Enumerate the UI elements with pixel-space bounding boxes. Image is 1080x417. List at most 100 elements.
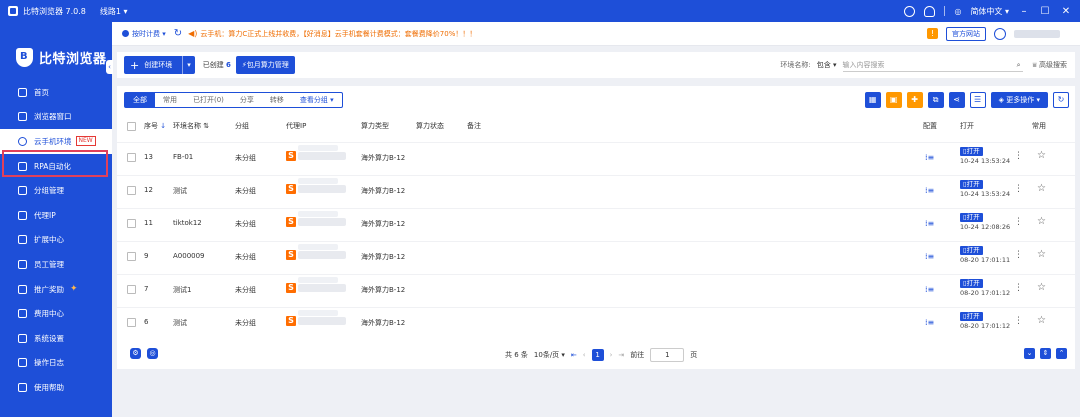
row-env-name[interactable]: A000009 <box>173 252 205 260</box>
more-options-icon[interactable]: ⋮ <box>1014 250 1023 260</box>
globe-icon[interactable]: ◎ <box>954 7 961 16</box>
minimize-button[interactable]: – <box>1018 6 1030 17</box>
monthly-compute-button[interactable]: ⚡包月算力管理 <box>235 56 295 74</box>
official-site-button[interactable]: 官方网站 <box>946 26 986 41</box>
sidebar-item-home[interactable]: 首页 <box>0 80 112 105</box>
next-page-icon[interactable]: › <box>610 351 613 359</box>
language-selector[interactable]: 简体中文 ▾ <box>970 6 1009 17</box>
favorite-star-icon[interactable]: ☆ <box>1037 183 1046 194</box>
row-checkbox[interactable] <box>127 252 136 261</box>
maximize-button[interactable]: ☐ <box>1039 6 1051 17</box>
tab-shared[interactable]: 分享 <box>232 93 262 107</box>
row-env-name[interactable]: 测试 <box>173 186 187 196</box>
config-icon[interactable]: ⁞≡ <box>925 186 934 195</box>
row-checkbox[interactable] <box>127 186 136 195</box>
more-options-icon[interactable]: ⋮ <box>1014 184 1023 194</box>
search-input[interactable]: 输入内容搜索 ⌕ <box>842 58 1023 72</box>
sidebar-item-proxy[interactable]: 代理IP <box>0 203 112 228</box>
config-icon[interactable]: ⁞≡ <box>925 219 934 228</box>
table-row[interactable]: 6 测试 未分组 S 海外算力B-12 ⁞≡ ▯打开 08-20 17:01:12 ⋮ ☆ <box>117 307 1075 336</box>
favorite-star-icon[interactable]: ☆ <box>1037 282 1046 293</box>
row-env-name[interactable]: tiktok12 <box>173 219 202 227</box>
refresh-icon[interactable]: ↻ <box>174 28 182 39</box>
tab-favorite[interactable]: 常用 <box>155 93 185 107</box>
scroll-down-icon[interactable]: ⌄ <box>1024 348 1035 359</box>
sidebar-item-billing[interactable]: 费用中心 <box>0 301 112 326</box>
prev-page-icon[interactable]: ‹ <box>583 351 586 359</box>
puzzle-icon[interactable]: ✚ <box>906 92 923 108</box>
billing-mode-selector[interactable]: 按时计费 ▾ <box>122 29 166 39</box>
row-env-name[interactable]: 测试 <box>173 318 187 328</box>
tab-view-group[interactable]: 查看分组 ▾ <box>292 93 342 107</box>
favorite-star-icon[interactable]: ☆ <box>1037 315 1046 326</box>
row-checkbox[interactable] <box>127 219 136 228</box>
header-seq[interactable]: 序号 ↓ <box>144 121 166 131</box>
config-icon[interactable]: ⁞≡ <box>925 252 934 261</box>
row-checkbox[interactable] <box>127 285 136 294</box>
row-proxy[interactable]: S <box>286 277 346 293</box>
tab-opened[interactable]: 已打开(0) <box>185 93 232 107</box>
row-checkbox[interactable] <box>127 153 136 162</box>
row-proxy[interactable]: S <box>286 211 346 227</box>
share-icon[interactable]: ⋖ <box>948 92 965 108</box>
list-view-icon[interactable]: ☰ <box>969 92 986 108</box>
close-button[interactable]: ✕ <box>1060 6 1072 17</box>
more-options-icon[interactable]: ⋮ <box>1014 283 1023 293</box>
table-row[interactable]: 12 测试 未分组 S 海外算力B-12 ⁞≡ ▯打开 10-24 13:53:24 ⋮ ☆ <box>117 175 1075 204</box>
collapse-sidebar-icon[interactable]: ‹ <box>106 60 113 74</box>
favorite-star-icon[interactable]: ☆ <box>1037 249 1046 260</box>
more-options-icon[interactable]: ⋮ <box>1014 316 1023 326</box>
sidebar-item-groups[interactable]: 分组管理 <box>0 178 112 203</box>
favorite-star-icon[interactable]: ☆ <box>1037 216 1046 227</box>
sidebar-item-logs[interactable]: 操作日志 <box>0 351 112 376</box>
scroll-middle-icon[interactable]: ⇕ <box>1040 348 1051 359</box>
row-proxy[interactable]: S <box>286 145 346 161</box>
open-button[interactable]: ▯打开 <box>960 147 983 156</box>
more-actions-button[interactable]: ◈ 更多操作 ▾ <box>990 92 1048 108</box>
user-name-redacted[interactable] <box>1014 29 1060 38</box>
tab-all[interactable]: 全部 <box>125 93 155 107</box>
search-mode-select[interactable]: 包含 ▾ <box>817 60 837 70</box>
table-row[interactable]: 11 tiktok12 未分组 S 海外算力B-12 ⁞≡ ▯打开 10-24 12:08:2… <box>117 208 1075 237</box>
target-icon[interactable]: ◎ <box>147 348 158 359</box>
open-button[interactable]: ▯打开 <box>960 279 983 288</box>
row-checkbox[interactable] <box>127 318 136 327</box>
row-env-name[interactable]: FB-01 <box>173 153 193 161</box>
search-icon[interactable]: ⌕ <box>1017 58 1021 72</box>
notice-message[interactable]: 云手机：算力C正式上线并收费，【好消息】云手机套餐计费模式：套餐费降价70%！！… <box>200 29 476 39</box>
open-button[interactable]: ▯打开 <box>960 180 983 189</box>
open-button[interactable]: ▯打开 <box>960 312 983 321</box>
more-options-icon[interactable]: ⋮ <box>1014 217 1023 227</box>
refresh-icon[interactable]: ↻ <box>1053 92 1069 108</box>
sort-arrow-icon[interactable]: ↓ <box>160 122 166 130</box>
create-env-button[interactable]: + 创建环境 ▾ <box>124 56 195 74</box>
tab-transfer[interactable]: 转移 <box>262 93 292 107</box>
row-env-name[interactable]: 测试1 <box>173 285 191 295</box>
first-page-icon[interactable]: ⇤ <box>571 351 577 359</box>
goto-page-input[interactable]: 1 <box>650 348 685 362</box>
scroll-up-icon[interactable]: ⌃ <box>1056 348 1067 359</box>
table-row[interactable]: 9 A000009 未分组 S 海外算力B-12 ⁞≡ ▯打开 08-20 17:01:11 ⋮… <box>117 241 1075 270</box>
sidebar-item-rewards[interactable]: 推广奖励 ✦ <box>0 277 112 302</box>
select-all-checkbox[interactable] <box>127 122 136 131</box>
grid-view-icon[interactable]: ▦ <box>864 92 881 108</box>
config-icon[interactable]: ⁞≡ <box>925 153 934 162</box>
sidebar-item-staff[interactable]: 员工管理 <box>0 252 112 277</box>
settings-icon[interactable]: ⚙ <box>130 348 141 359</box>
config-icon[interactable]: ⁞≡ <box>925 318 934 327</box>
header-env-name[interactable]: 环境名称 ⇅ <box>173 121 209 131</box>
favorite-star-icon[interactable]: ☆ <box>1037 150 1046 161</box>
notification-icon[interactable]: ! <box>927 28 938 39</box>
row-proxy[interactable]: S <box>286 178 346 194</box>
open-button[interactable]: ▯打开 <box>960 246 983 255</box>
toggle-icon[interactable] <box>904 5 916 17</box>
advanced-search-link[interactable]: ⩸ 高级搜索 <box>1033 60 1067 70</box>
table-row[interactable]: 7 测试1 未分组 S 海外算力B-12 ⁞≡ ▯打开 08-20 17:01:12 ⋮ ☆ <box>117 274 1075 303</box>
current-page[interactable]: 1 <box>591 349 604 361</box>
copy-icon[interactable]: ⧉ <box>927 92 944 108</box>
create-dropdown-icon[interactable]: ▾ <box>182 56 195 74</box>
config-icon[interactable]: ⁞≡ <box>925 285 934 294</box>
box-icon[interactable]: ▣ <box>885 92 902 108</box>
open-button[interactable]: ▯打开 <box>960 213 983 222</box>
sidebar-item-extensions[interactable]: 扩展中心 <box>0 228 112 253</box>
